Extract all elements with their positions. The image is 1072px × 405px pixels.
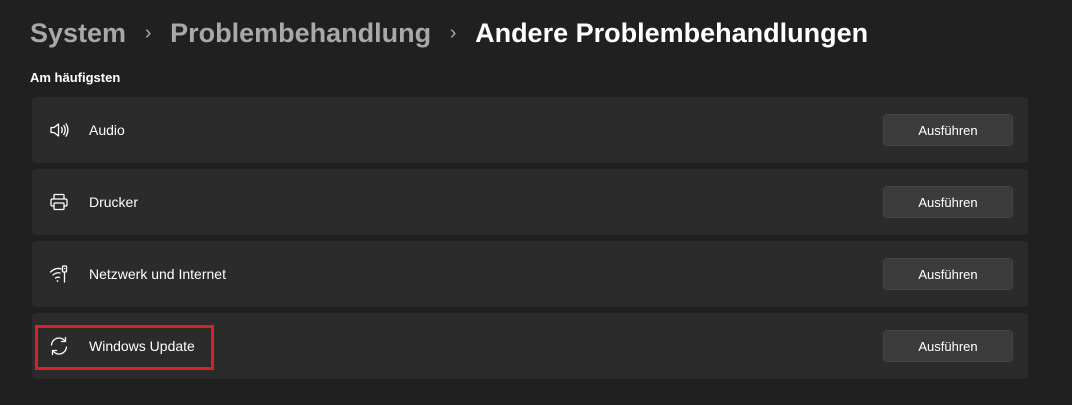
breadcrumb: System › Problembehandlung › Andere Prob… (30, 14, 868, 52)
run-drucker-button[interactable]: Ausführen (883, 186, 1013, 218)
troubleshooter-row-audio: Audio Ausführen (32, 97, 1028, 163)
troubleshooter-list: Audio Ausführen Drucker Ausführen Netzwe… (32, 97, 1028, 385)
page-title: Andere Problembehandlungen (475, 17, 869, 48)
wifi-icon (48, 263, 70, 285)
run-windows-update-button[interactable]: Ausführen (883, 330, 1013, 362)
sync-icon (48, 335, 70, 357)
troubleshooter-row-netzwerk: Netzwerk und Internet Ausführen (32, 241, 1028, 307)
troubleshooter-label: Drucker (89, 194, 139, 210)
troubleshooter-row-drucker: Drucker Ausführen (32, 169, 1028, 235)
chevron-right-icon: › (449, 21, 457, 44)
speaker-icon (48, 119, 70, 141)
troubleshooter-row-windows-update: Windows Update Ausführen (32, 313, 1028, 379)
breadcrumb-problembehandlung[interactable]: Problembehandlung (170, 18, 431, 49)
chevron-right-icon: › (144, 21, 152, 44)
troubleshooter-label: Audio (89, 122, 125, 138)
troubleshooter-label: Netzwerk und Internet (89, 266, 226, 282)
section-title: Am häufigsten (30, 70, 121, 85)
breadcrumb-system[interactable]: System (30, 18, 126, 49)
troubleshooter-label: Windows Update (89, 338, 195, 354)
run-netzwerk-button[interactable]: Ausführen (883, 258, 1013, 290)
run-audio-button[interactable]: Ausführen (883, 114, 1013, 146)
printer-icon (48, 191, 70, 213)
